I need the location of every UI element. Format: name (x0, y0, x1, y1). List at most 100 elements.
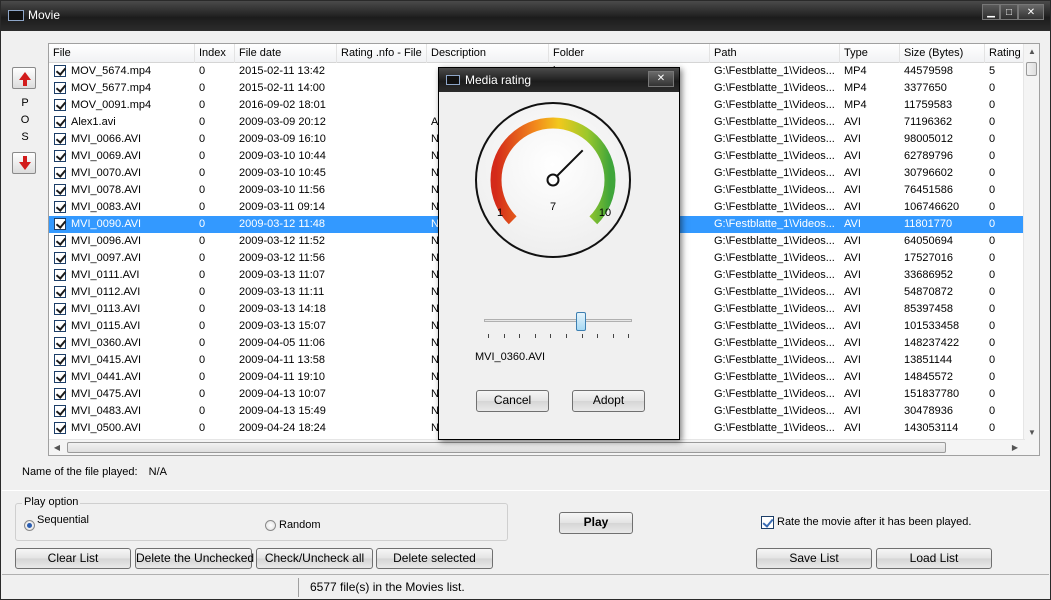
clear-list-button[interactable]: Clear List (15, 548, 131, 569)
row-checkbox[interactable] (54, 422, 66, 434)
vertical-scrollbar[interactable]: ▲ ▼ (1023, 44, 1039, 455)
column-header-9[interactable]: Rating (985, 44, 1024, 63)
cell-index: 0 (199, 116, 206, 128)
scroll-left-button[interactable]: ◀ (49, 440, 65, 455)
cell-type: MP4 (844, 99, 867, 111)
cell-date: 2009-03-13 11:11 (239, 286, 325, 298)
column-header-7[interactable]: Type (840, 44, 900, 63)
column-header-8[interactable]: Size (Bytes) (900, 44, 985, 63)
load-list-button[interactable]: Load List (876, 548, 992, 569)
save-list-button[interactable]: Save List (756, 548, 872, 569)
cell-date: 2009-04-11 19:10 (239, 371, 326, 383)
vertical-scroll-thumb[interactable] (1026, 62, 1037, 76)
minimize-button[interactable]: ▁ (982, 4, 1000, 20)
slider-tick (503, 334, 505, 338)
cell-file: MVI_0097.AVI (71, 252, 142, 264)
title-bar[interactable]: Movie ▁ □ ✕ (1, 1, 1050, 31)
cell-rating: 0 (989, 354, 996, 366)
row-checkbox[interactable] (54, 320, 66, 332)
cell-file: MOV_5674.mp4 (71, 65, 152, 77)
row-checkbox[interactable] (54, 65, 66, 77)
move-up-button[interactable] (12, 67, 36, 89)
horizontal-scrollbar[interactable]: ◀ ▶ (49, 439, 1025, 455)
row-checkbox[interactable] (54, 82, 66, 94)
row-checkbox[interactable] (54, 405, 66, 417)
row-checkbox[interactable] (54, 303, 66, 315)
row-checkbox[interactable] (54, 354, 66, 366)
row-checkbox[interactable] (54, 150, 66, 162)
row-checkbox[interactable] (54, 388, 66, 400)
slider-tick (628, 334, 630, 338)
row-checkbox[interactable] (54, 286, 66, 298)
cell-rating: 0 (989, 371, 996, 383)
move-down-button[interactable] (12, 152, 36, 174)
cell-file: MVI_0113.AVI (71, 303, 141, 315)
column-header-2[interactable]: File date (235, 44, 337, 63)
cell-rating: 0 (989, 99, 996, 111)
delete-unchecked-button[interactable]: Delete the Unchecked (135, 548, 254, 569)
cell-size: 17527016 (904, 252, 953, 264)
cell-file: MVI_0415.AVI (71, 354, 142, 366)
cell-file: MVI_0441.AVI (71, 371, 142, 383)
horizontal-scroll-thumb[interactable] (67, 442, 946, 453)
cancel-button[interactable]: Cancel (476, 390, 549, 412)
row-checkbox[interactable] (54, 116, 66, 128)
cell-type: AVI (844, 422, 861, 434)
row-checkbox[interactable] (54, 201, 66, 213)
cell-rating: 0 (989, 201, 996, 213)
row-checkbox[interactable] (54, 269, 66, 281)
row-checkbox[interactable] (54, 184, 66, 196)
sequential-label: Sequential (37, 514, 89, 526)
cell-rating: 0 (989, 184, 996, 196)
cell-index: 0 (199, 235, 206, 247)
close-button[interactable]: ✕ (1018, 4, 1044, 20)
row-checkbox[interactable] (54, 133, 66, 145)
scroll-up-button[interactable]: ▲ (1024, 44, 1039, 60)
cell-index: 0 (199, 201, 206, 213)
cell-path: G:\Festblatte_1\Videos... (714, 82, 835, 94)
adopt-button[interactable]: Adopt (572, 390, 645, 412)
cell-rating: 0 (989, 167, 996, 179)
cell-rating: 0 (989, 405, 996, 417)
maximize-button[interactable]: □ (1000, 4, 1018, 20)
rating-slider[interactable] (484, 312, 632, 342)
cell-path: G:\Festblatte_1\Videos... (714, 320, 835, 332)
cell-index: 0 (199, 167, 206, 179)
row-checkbox[interactable] (54, 99, 66, 111)
scroll-down-button[interactable]: ▼ (1024, 425, 1039, 441)
rate-after-play-checkbox[interactable] (761, 516, 774, 529)
column-header-1[interactable]: Index (195, 44, 235, 63)
delete-selected-button[interactable]: Delete selected (376, 548, 493, 569)
status-divider (298, 578, 299, 597)
row-checkbox[interactable] (54, 167, 66, 179)
column-header-4[interactable]: Description (427, 44, 549, 63)
cell-date: 2009-03-13 15:07 (239, 320, 326, 332)
scroll-right-button[interactable]: ▶ (1007, 440, 1023, 455)
dialog-close-button[interactable]: ✕ (648, 71, 674, 87)
random-radio[interactable] (265, 520, 276, 531)
cell-type: AVI (844, 405, 861, 417)
sequential-radio[interactable] (24, 520, 35, 531)
row-checkbox[interactable] (54, 235, 66, 247)
row-checkbox[interactable] (54, 218, 66, 230)
separator (2, 490, 1049, 491)
column-header-0[interactable]: File (49, 44, 195, 63)
cell-rating: 0 (989, 388, 996, 400)
red-down-arrow-icon (19, 162, 31, 170)
check-uncheck-all-button[interactable]: Check/Uncheck all (256, 548, 373, 569)
cell-size: 30796602 (904, 167, 953, 179)
cell-type: AVI (844, 337, 861, 349)
play-button[interactable]: Play (559, 512, 633, 534)
dialog-title-bar[interactable]: Media rating ✕ (439, 68, 679, 92)
cell-date: 2015-02-11 13:42 (239, 65, 326, 77)
cell-path: G:\Festblatte_1\Videos... (714, 354, 835, 366)
row-checkbox[interactable] (54, 337, 66, 349)
row-checkbox[interactable] (54, 371, 66, 383)
column-header-6[interactable]: Path (710, 44, 840, 63)
column-header-3[interactable]: Rating .nfo - File (337, 44, 427, 63)
row-checkbox[interactable] (54, 252, 66, 264)
gauge-max-label: 10 (599, 207, 611, 219)
cell-path: G:\Festblatte_1\Videos... (714, 422, 835, 434)
column-header-5[interactable]: Folder (549, 44, 710, 63)
slider-thumb[interactable] (576, 312, 586, 331)
